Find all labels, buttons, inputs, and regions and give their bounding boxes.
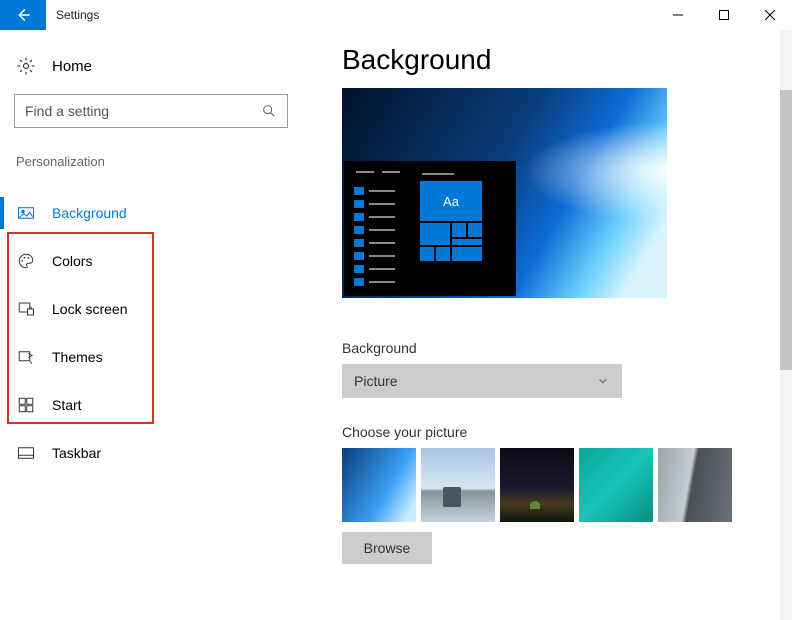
search-icon <box>261 103 277 119</box>
search-input[interactable] <box>25 103 261 119</box>
background-dropdown[interactable]: Picture <box>342 364 622 398</box>
search-box[interactable] <box>14 94 288 128</box>
gear-icon <box>16 56 36 76</box>
background-preview: Aa <box>342 88 667 298</box>
title-bar: Settings <box>0 0 793 30</box>
page-title: Background <box>342 44 793 76</box>
picture-thumbnail[interactable] <box>342 448 416 522</box>
sidebar: Home Personalization Background Colors <box>0 30 302 620</box>
title-spacer <box>109 0 655 30</box>
sidebar-item-themes[interactable]: Themes <box>0 333 302 381</box>
picture-thumbnail[interactable] <box>500 448 574 522</box>
close-icon <box>765 10 775 20</box>
taskbar-icon <box>16 443 36 463</box>
picture-thumbnail[interactable] <box>658 448 732 522</box>
scrollbar-thumb[interactable] <box>780 90 792 370</box>
sidebar-item-taskbar[interactable]: Taskbar <box>0 429 302 477</box>
home-label: Home <box>52 58 92 75</box>
window-controls <box>655 0 793 30</box>
picture-thumbnail[interactable] <box>421 448 495 522</box>
close-button[interactable] <box>747 0 793 30</box>
picture-thumbnails <box>342 448 793 522</box>
main-panel: Background Aa <box>302 30 793 620</box>
window-title: Settings <box>46 0 109 30</box>
nav-list: Background Colors Lock screen Themes <box>0 189 302 477</box>
sidebar-item-label: Taskbar <box>52 445 101 461</box>
sidebar-item-start[interactable]: Start <box>0 381 302 429</box>
sidebar-item-label: Background <box>52 205 127 221</box>
preview-sample-text: Aa <box>420 181 482 221</box>
maximize-button[interactable] <box>701 0 747 30</box>
themes-icon <box>16 347 36 367</box>
home-button[interactable]: Home <box>0 50 302 82</box>
minimize-icon <box>673 10 683 20</box>
start-icon <box>16 395 36 415</box>
back-arrow-icon <box>14 6 32 24</box>
sidebar-item-label: Lock screen <box>52 301 127 317</box>
sidebar-item-label: Start <box>52 397 82 413</box>
chevron-down-icon <box>596 374 610 388</box>
sidebar-item-lock-screen[interactable]: Lock screen <box>0 285 302 333</box>
background-section-label: Background <box>342 340 793 356</box>
back-button[interactable] <box>0 0 46 30</box>
minimize-button[interactable] <box>655 0 701 30</box>
browse-button[interactable]: Browse <box>342 532 432 564</box>
sidebar-item-label: Colors <box>52 253 92 269</box>
dropdown-value: Picture <box>354 373 398 389</box>
sidebar-item-label: Themes <box>52 349 103 365</box>
maximize-icon <box>719 10 729 20</box>
preview-start-menu: Aa <box>344 161 516 296</box>
lock-screen-icon <box>16 299 36 319</box>
palette-icon <box>16 251 36 271</box>
sidebar-item-colors[interactable]: Colors <box>0 237 302 285</box>
picture-icon <box>16 203 36 223</box>
category-label: Personalization <box>0 154 302 169</box>
picture-thumbnail[interactable] <box>579 448 653 522</box>
choose-picture-label: Choose your picture <box>342 424 793 440</box>
sidebar-item-background[interactable]: Background <box>0 189 302 237</box>
